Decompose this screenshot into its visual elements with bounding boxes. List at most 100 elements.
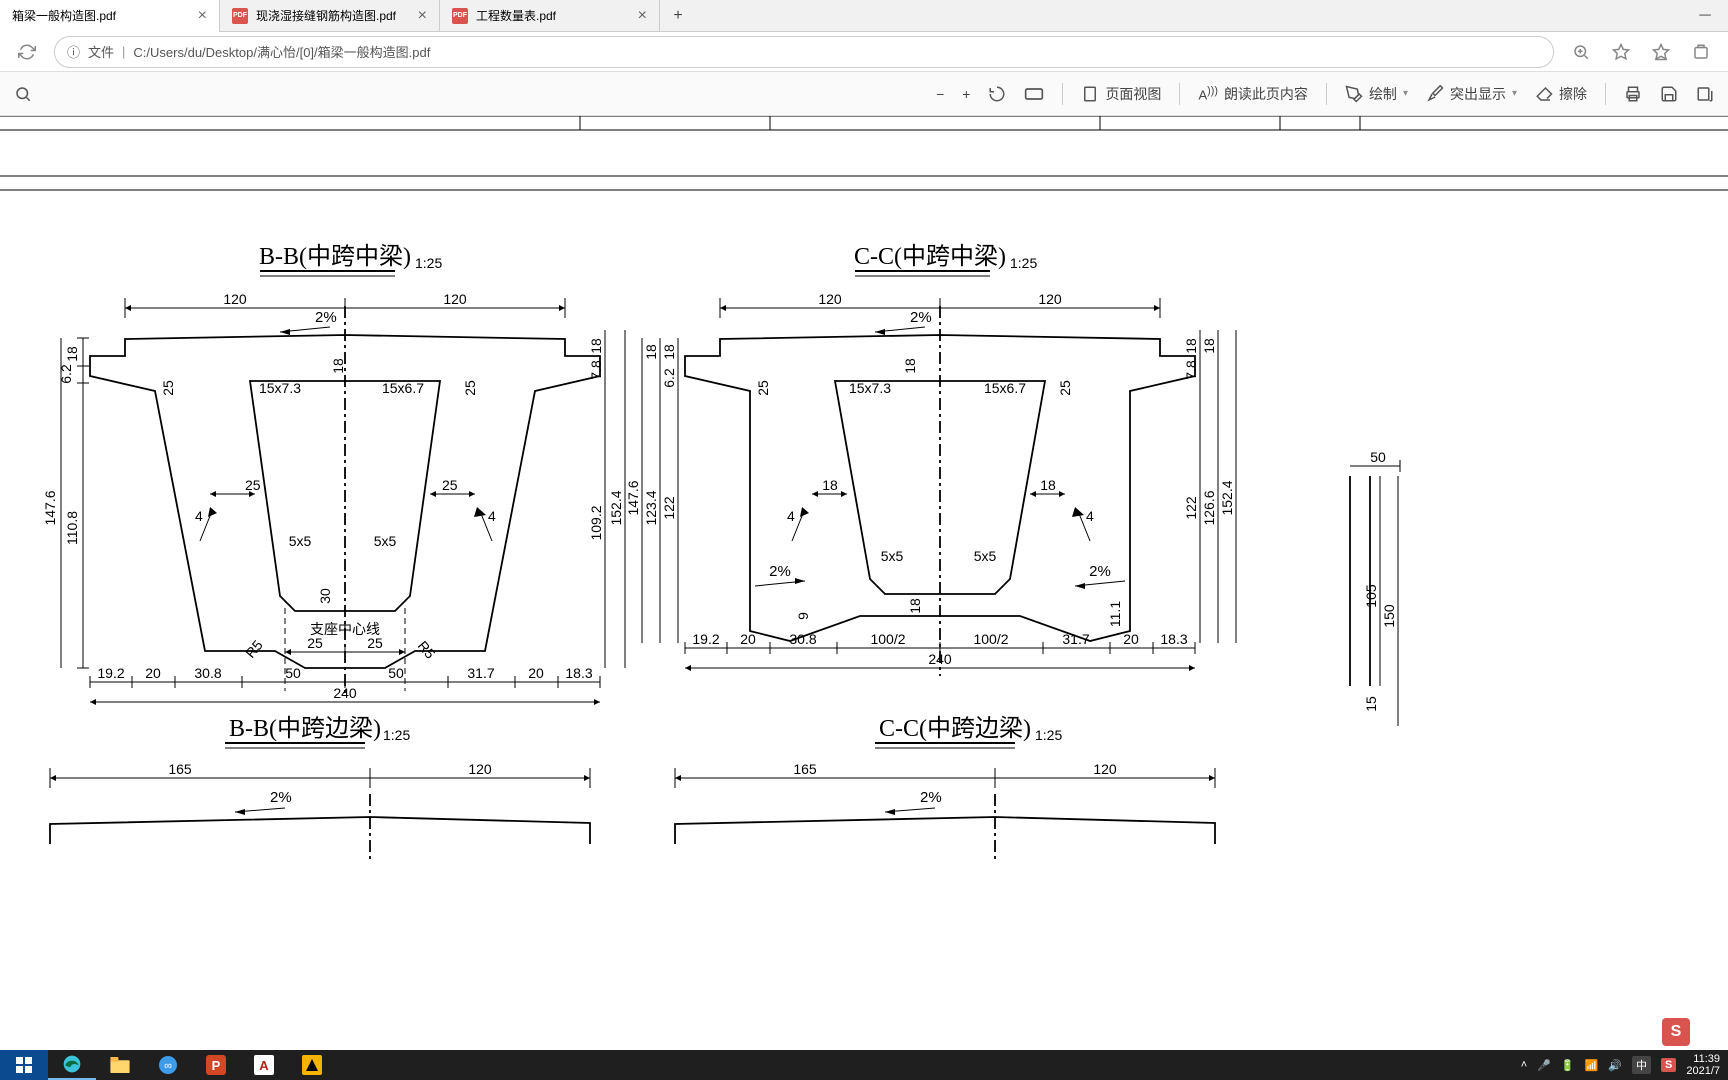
svg-text:18: 18 <box>1201 338 1217 354</box>
svg-text:R5: R5 <box>415 638 439 662</box>
taskbar-explorer[interactable] <box>96 1050 144 1080</box>
refresh-button[interactable] <box>10 35 44 69</box>
svg-text:2%: 2% <box>315 309 337 326</box>
tab-label: 现浇湿接缝钢筋构造图.pdf <box>256 7 396 24</box>
svg-text:11.1: 11.1 <box>1107 601 1123 627</box>
page-view-label: 页面视图 <box>1105 84 1161 104</box>
erase-button[interactable]: 擦除 <box>1535 84 1587 104</box>
zoom-out-button[interactable]: − <box>936 86 944 102</box>
svg-text:120: 120 <box>1038 291 1062 307</box>
close-icon[interactable]: × <box>418 8 427 24</box>
svg-text:122: 122 <box>661 496 677 520</box>
svg-text:25: 25 <box>367 635 383 651</box>
svg-text:25: 25 <box>160 380 176 396</box>
tray-time[interactable]: 11:39 <box>1686 1053 1720 1065</box>
tray-volume-icon[interactable]: 🔊 <box>1608 1059 1622 1072</box>
highlight-label: 突出显示 <box>1450 84 1506 104</box>
svg-text:120: 120 <box>818 291 842 307</box>
url-input[interactable]: ⓘ 文件 | C:/Users/du/Desktop/满心怡/[0]/箱梁一般构… <box>54 36 1554 68</box>
save-as-button[interactable] <box>1696 85 1714 103</box>
zoom-in-button[interactable]: + <box>962 86 970 102</box>
svg-text:120: 120 <box>223 291 247 307</box>
pdf-toolbar: − + 页面视图 A))) 朗读此页内容 绘制 ▾ 突出显示 ▾ 擦除 <box>0 72 1728 116</box>
favorites-icon[interactable] <box>1644 35 1678 69</box>
new-tab-button[interactable]: + <box>664 2 692 30</box>
svg-text:120: 120 <box>443 291 467 307</box>
svg-text:1:25: 1:25 <box>383 727 410 743</box>
rotate-button[interactable] <box>988 85 1006 103</box>
tray-chevron-up-icon[interactable]: ˄ <box>1521 1059 1527 1071</box>
svg-text:240: 240 <box>928 651 952 667</box>
sogou-ime-float[interactable]: S <box>1662 1018 1690 1046</box>
taskbar-app-yellow[interactable] <box>288 1050 336 1080</box>
tab-1[interactable]: 箱梁一般构造图.pdf × <box>0 0 220 32</box>
tray-battery-icon[interactable]: 🔋 <box>1561 1059 1575 1072</box>
svg-text:18: 18 <box>822 477 838 493</box>
svg-text:6.2: 6.2 <box>661 368 677 388</box>
svg-text:30: 30 <box>317 588 333 604</box>
fit-width-button[interactable] <box>1024 87 1044 101</box>
svg-text:123.4: 123.4 <box>643 490 659 525</box>
svg-text:15x6.7: 15x6.7 <box>382 380 424 396</box>
url-path: C:/Users/du/Desktop/满心怡/[0]/箱梁一般构造图.pdf <box>133 42 430 61</box>
svg-text:7.8: 7.8 <box>1183 360 1199 380</box>
svg-text:1:25: 1:25 <box>1035 727 1062 743</box>
svg-text:4: 4 <box>1086 508 1094 524</box>
minimize-button[interactable]: ─ <box>1682 0 1728 32</box>
taskbar-autocad[interactable]: A <box>240 1050 288 1080</box>
svg-text:25: 25 <box>245 477 261 493</box>
pdf-page[interactable]: B-B(中跨中梁) 1:25 120 120 2% <box>0 116 1728 1050</box>
tab-3[interactable]: PDF 工程数量表.pdf × <box>440 0 660 32</box>
svg-text:30.8: 30.8 <box>789 631 816 647</box>
taskbar-powerpoint[interactable]: P <box>192 1050 240 1080</box>
svg-text:18: 18 <box>64 346 80 362</box>
svg-text:109.2: 109.2 <box>588 505 604 540</box>
svg-text:165: 165 <box>168 761 192 777</box>
svg-text:50: 50 <box>1370 449 1386 465</box>
svg-text:19.2: 19.2 <box>97 665 124 681</box>
svg-text:15: 15 <box>1363 696 1379 712</box>
tray-wifi-icon[interactable]: 📶 <box>1585 1059 1599 1072</box>
svg-text:18.3: 18.3 <box>565 665 592 681</box>
section-bb-side-title: B-B(中跨边梁) <box>229 715 381 742</box>
highlight-button[interactable]: 突出显示 ▾ <box>1426 84 1517 104</box>
separator: | <box>122 44 125 59</box>
svg-text:1:25: 1:25 <box>1010 255 1037 271</box>
read-aloud-label: 朗读此页内容 <box>1224 84 1308 104</box>
draw-button[interactable]: 绘制 ▾ <box>1345 84 1408 104</box>
print-button[interactable] <box>1624 85 1642 103</box>
svg-text:150: 150 <box>1381 604 1397 628</box>
svg-text:31.7: 31.7 <box>467 665 494 681</box>
tab-2[interactable]: PDF 现浇湿接缝钢筋构造图.pdf × <box>220 0 440 32</box>
tray-ime[interactable]: 中 <box>1632 1056 1651 1074</box>
svg-text:7.8: 7.8 <box>588 360 604 380</box>
svg-text:20: 20 <box>740 631 756 647</box>
tray-sogou[interactable]: S <box>1661 1058 1676 1072</box>
tray-date: 2021/7 <box>1686 1065 1720 1077</box>
read-aloud-button[interactable]: A))) 朗读此页内容 <box>1198 84 1308 104</box>
collections-icon[interactable] <box>1684 35 1718 69</box>
save-button[interactable] <box>1660 85 1678 103</box>
draw-label: 绘制 <box>1369 84 1397 104</box>
start-button[interactable] <box>0 1050 48 1080</box>
svg-text:100/2: 100/2 <box>870 631 905 647</box>
svg-text:147.6: 147.6 <box>625 480 641 515</box>
svg-text:2%: 2% <box>910 309 932 326</box>
taskbar-app-blue[interactable]: ∞ <box>144 1050 192 1080</box>
favorite-add-icon[interactable] <box>1604 35 1638 69</box>
svg-text:25: 25 <box>1057 380 1073 396</box>
svg-text:105: 105 <box>1363 584 1379 608</box>
zoom-icon[interactable] <box>1564 35 1598 69</box>
close-icon[interactable]: × <box>198 8 207 24</box>
pdf-icon: PDF <box>452 8 468 24</box>
svg-text:15x7.3: 15x7.3 <box>849 380 891 396</box>
svg-text:2%: 2% <box>920 789 942 806</box>
tray-mic-icon[interactable]: 🎤 <box>1537 1059 1551 1072</box>
svg-text:2%: 2% <box>1089 563 1111 580</box>
find-button[interactable] <box>14 85 32 103</box>
page-view-button[interactable]: 页面视图 <box>1081 84 1161 104</box>
taskbar-edge[interactable] <box>48 1050 96 1080</box>
tab-label: 箱梁一般构造图.pdf <box>12 7 116 24</box>
close-icon[interactable]: × <box>638 8 647 24</box>
svg-text:2%: 2% <box>270 789 292 806</box>
